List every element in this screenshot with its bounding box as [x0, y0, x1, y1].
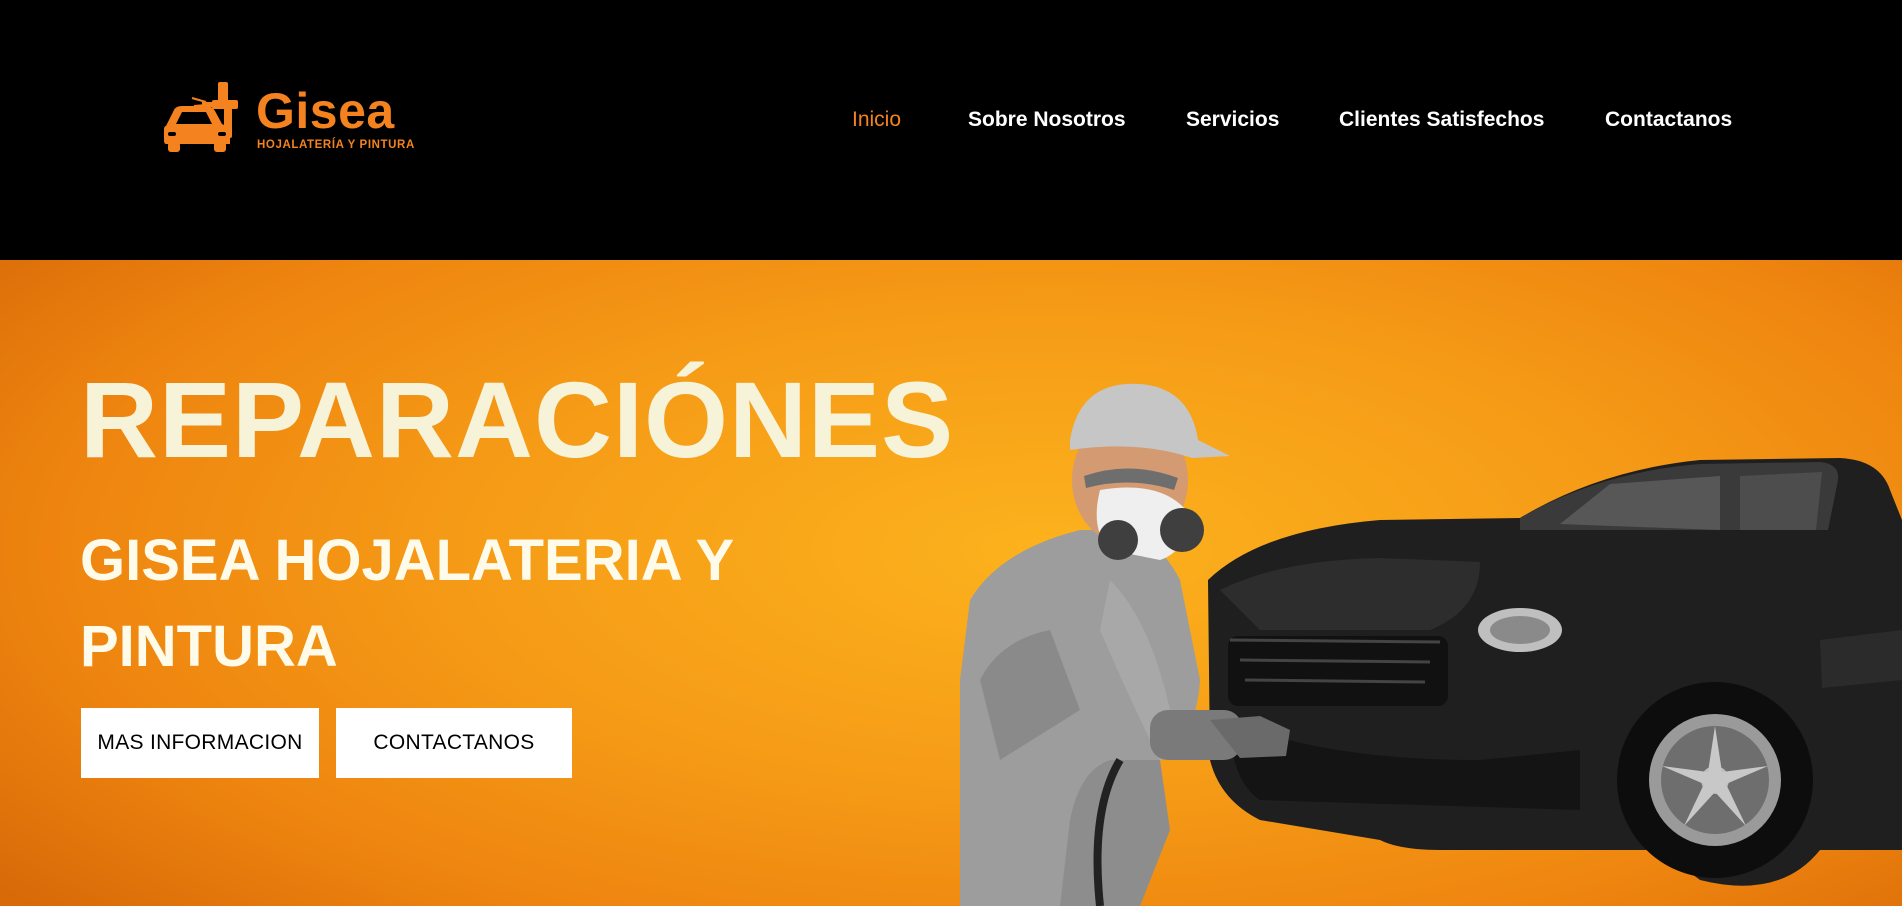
site-header: Gisea HOJALATERÍA Y PINTURA Inicio Sobre… — [0, 0, 1902, 260]
contact-button[interactable]: CONTACTANOS — [336, 708, 572, 778]
hero-subtitle: GISEA HOJALATERIA Y PINTURA — [80, 528, 734, 679]
mechanic-car-image — [960, 383, 1902, 906]
nav-item-inicio[interactable]: Inicio — [852, 108, 901, 132]
hero-section: REPARACIÓNES GISEA HOJALATERIA Y PINTURA… — [0, 260, 1902, 906]
nav-item-servicios[interactable]: Servicios — [1186, 108, 1279, 132]
damaged-car-illustration — [1208, 458, 1902, 886]
logo-subtitle: HOJALATERÍA Y PINTURA — [257, 139, 415, 151]
nav-item-clientes-satisfechos[interactable]: Clientes Satisfechos — [1339, 108, 1544, 132]
main-nav: Inicio Sobre Nosotros Servicios Clientes… — [0, 108, 1902, 138]
nav-item-contactanos[interactable]: Contactanos — [1605, 108, 1732, 132]
nav-item-sobre-nosotros[interactable]: Sobre Nosotros — [968, 108, 1126, 132]
more-info-button[interactable]: MAS INFORMACION — [81, 708, 319, 778]
hero-title: REPARACIÓNES — [80, 359, 955, 480]
